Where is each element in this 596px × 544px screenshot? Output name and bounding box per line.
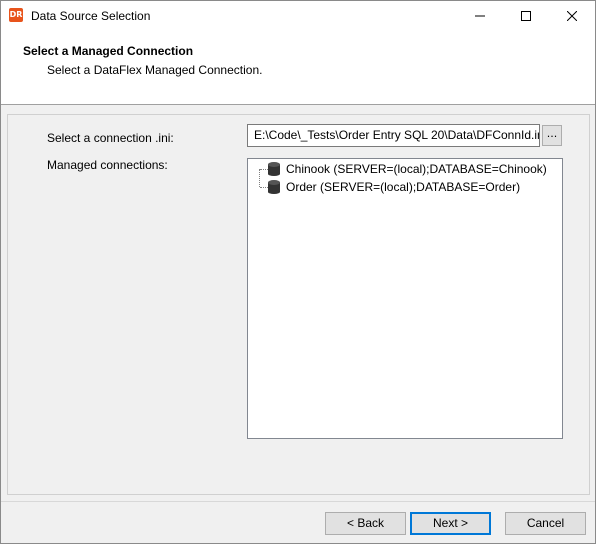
managed-connections-label: Managed connections: [47, 158, 168, 172]
database-icon [268, 162, 280, 176]
tree-item-order[interactable]: Order (SERVER=(local);DATABASE=Order) [268, 178, 520, 196]
next-button[interactable]: Next > [410, 512, 491, 535]
tree-item-label: Order (SERVER=(local);DATABASE=Order) [286, 180, 521, 194]
footer-divider [1, 501, 595, 502]
maximize-button[interactable] [503, 1, 549, 31]
app-icon: DR [9, 8, 23, 22]
back-button[interactable]: < Back [325, 512, 406, 535]
browse-button[interactable]: ... [542, 125, 562, 146]
minimize-button[interactable] [457, 1, 503, 31]
managed-connections-tree[interactable]: Chinook (SERVER=(local);DATABASE=Chinook… [247, 158, 563, 439]
cancel-button[interactable]: Cancel [505, 512, 586, 535]
database-icon [268, 180, 280, 194]
data-source-selection-dialog: DR Data Source Selection Select a Manage… [0, 0, 596, 544]
tree-connector [260, 187, 268, 188]
close-button[interactable] [549, 1, 595, 31]
tree-item-label: Chinook (SERVER=(local);DATABASE=Chinook… [286, 162, 547, 176]
connection-ini-field[interactable]: E:\Code\_Tests\Order Entry SQL 20\Data\D… [247, 124, 540, 147]
page-title: Select a Managed Connection [23, 44, 194, 58]
connection-ini-label: Select a connection .ini: [47, 131, 174, 145]
tree-connector [259, 169, 260, 187]
window-title: Data Source Selection [31, 9, 151, 23]
minimize-icon [475, 15, 485, 17]
page-subtitle: Select a DataFlex Managed Connection. [47, 63, 263, 77]
tree-item-chinook[interactable]: Chinook (SERVER=(local);DATABASE=Chinook… [268, 160, 547, 178]
maximize-icon [521, 11, 531, 21]
wizard-header: Select a Managed Connection Select a Dat… [1, 31, 595, 105]
tree-connector [260, 169, 268, 170]
close-icon [567, 11, 577, 21]
title-bar: DR Data Source Selection [1, 1, 595, 31]
